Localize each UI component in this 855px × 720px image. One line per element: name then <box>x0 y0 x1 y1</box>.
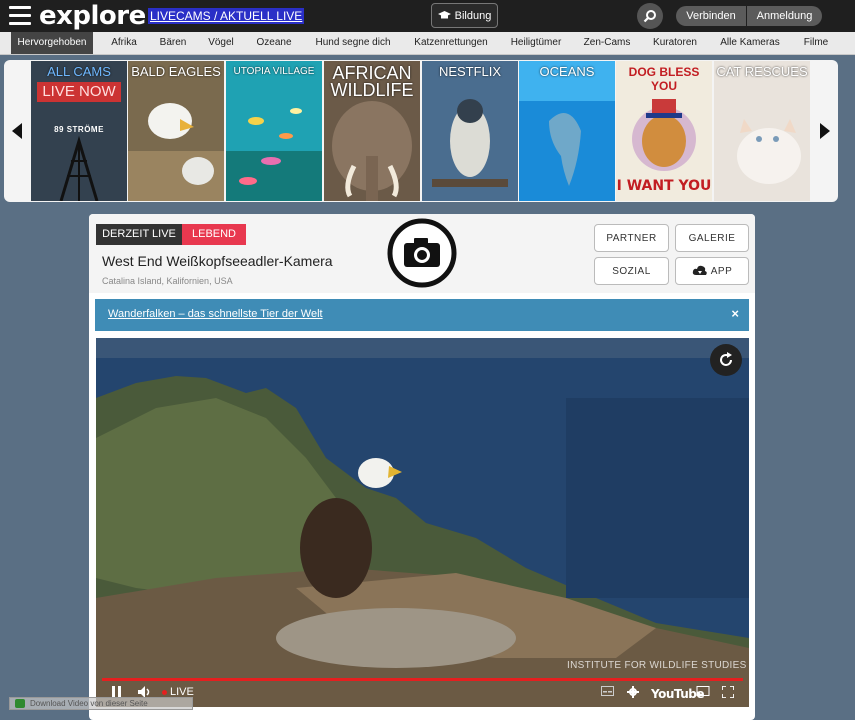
graduation-cap-icon <box>437 11 451 19</box>
verbinden-button[interactable]: Verbinden <box>676 6 746 26</box>
video-watermark: INSTITUTE FOR WILDLIFE STUDIES <box>567 660 747 671</box>
tab-zen-cams[interactable]: Zen-Cams <box>579 32 635 54</box>
eagle-nest-scene <box>96 338 749 707</box>
tile-utopia-village[interactable]: UTOPIA VILLAGE <box>226 61 322 201</box>
top-bar: explore LIVECAMS / AKTUELL LIVE Bildung … <box>0 0 855 32</box>
tile-oceans[interactable]: OCEANS <box>519 61 615 201</box>
tile-title: OCEANS <box>539 64 595 79</box>
anmeldung-button[interactable]: Anmeldung <box>747 6 822 26</box>
reload-icon <box>720 352 732 366</box>
eagle-thumbnail <box>128 61 224 201</box>
download-label: Download Video von dieser Seite <box>30 699 148 708</box>
video-player[interactable]: INSTITUTE FOR WILDLIFE STUDIES LIVE YouT… <box>96 338 749 707</box>
streams-count: 89 STRÖME <box>54 125 104 134</box>
cast-button[interactable] <box>696 686 710 697</box>
tile-title: BALD EAGLES <box>131 64 221 79</box>
chevron-left-icon <box>12 123 22 139</box>
livecams-link[interactable]: LIVECAMS / AKTUELL LIVE <box>148 8 305 24</box>
tab-afrika[interactable]: Afrika <box>104 32 144 54</box>
kitten-thumbnail <box>714 61 810 201</box>
tab-heiligtuemer[interactable]: Heiligtümer <box>505 32 567 54</box>
tab-hund-segne-dich[interactable]: Hund segne dich <box>309 32 397 54</box>
tile-title: UTOPIA VILLAGE <box>233 66 315 77</box>
cam-card: DERZEIT LIVE LEBEND West End Weißkopfsee… <box>89 214 755 720</box>
app-button[interactable]: APP <box>675 257 749 285</box>
currently-live-badge: DERZEIT LIVE <box>96 224 182 245</box>
partner-button[interactable]: PARTNER <box>594 224 669 252</box>
cloud-download-icon <box>692 265 707 275</box>
carousel-next-button[interactable] <box>812 60 838 202</box>
explore-logo[interactable]: explore <box>39 1 146 31</box>
tab-ozeane[interactable]: Ozeane <box>251 32 297 54</box>
cast-icon <box>696 686 710 696</box>
falcon-thumbnail <box>422 61 518 201</box>
settings-button[interactable] <box>627 686 639 698</box>
live-dot <box>162 689 167 695</box>
tab-filme[interactable]: Filme <box>797 32 835 54</box>
category-nav: Hervorgehoben Afrika Bären Vögel Ozeane … <box>0 32 855 55</box>
tab-voegel[interactable]: Vögel <box>202 32 240 54</box>
tile-african-wildlife[interactable]: AFRICAN WILDLIFE <box>324 61 420 201</box>
download-video-bar[interactable]: Download Video von dieser Seite <box>9 697 193 710</box>
tile-title: NESTFLIX <box>438 64 502 79</box>
live-now-badge: LIVE NOW <box>37 82 121 102</box>
tile-dog-bless-you[interactable]: DOG BLESS YOU I WANT YOU <box>616 61 712 201</box>
tab-alle-kameras[interactable]: Alle Kameras <box>715 32 785 54</box>
chevron-right-icon <box>820 123 830 139</box>
gear-icon <box>627 686 639 698</box>
tab-baeren[interactable]: Bären <box>153 32 193 54</box>
fullscreen-button[interactable] <box>722 686 734 698</box>
tile-cat-rescues[interactable]: CAT RESCUES <box>714 61 810 201</box>
sozial-button[interactable]: SOZIAL <box>594 257 669 285</box>
promo-banner: Wanderfalken – das schnellste Tier der W… <box>95 299 749 331</box>
video-progress-bar[interactable] <box>102 678 743 681</box>
tab-katzenrettungen[interactable]: Katzenrettungen <box>410 32 492 54</box>
carousel-prev-button[interactable] <box>4 60 30 202</box>
video-controls: LIVE YouTube <box>96 682 749 707</box>
tab-kuratoren[interactable]: Kuratoren <box>648 32 702 54</box>
search-button[interactable] <box>637 3 663 29</box>
reef-thumbnail <box>226 61 322 201</box>
subtitles-icon <box>601 686 614 696</box>
cam-title: West End Weißkopfseeadler-Kamera <box>102 253 333 269</box>
hamburger-icon[interactable] <box>9 6 31 26</box>
search-icon <box>643 10 656 23</box>
tile-title: AFRICAN WILDLIFE <box>330 63 414 100</box>
featured-carousel: ALL CAMS LIVE NOW 89 STRÖME BALD EAGLES … <box>4 60 838 202</box>
snapshot-button[interactable] <box>387 218 457 288</box>
reload-button[interactable] <box>710 344 742 376</box>
app-label: APP <box>710 265 733 277</box>
tile-title: DOG BLESS YOU <box>628 65 700 93</box>
tab-hervorgehoben[interactable]: Hervorgehoben <box>11 32 93 54</box>
tile-nestflix[interactable]: NESTFLIX <box>422 61 518 201</box>
fullscreen-icon <box>722 686 734 698</box>
subtitles-button[interactable] <box>601 686 614 696</box>
live-status-badge: LEBEND <box>182 224 246 245</box>
tile-title: CAT RESCUES <box>716 64 808 79</box>
tile-title: ALL CAMS <box>47 64 111 79</box>
play-icon <box>15 699 25 708</box>
close-icon[interactable]: × <box>731 306 739 321</box>
bildung-button[interactable]: Bildung <box>431 3 498 28</box>
bildung-label: Bildung <box>454 9 492 22</box>
dolphin-thumbnail <box>519 61 615 201</box>
promo-link[interactable]: Wanderfalken – das schnellste Tier der W… <box>108 308 323 320</box>
tile-bald-eagles[interactable]: BALD EAGLES <box>128 61 224 201</box>
camera-icon <box>387 218 457 288</box>
cam-location: Catalina Island, Kalifornien, USA <box>102 276 233 286</box>
cam-header: DERZEIT LIVE LEBEND West End Weißkopfsee… <box>89 214 755 293</box>
i-want-you-text: I WANT YOU <box>616 178 712 194</box>
tile-all-cams[interactable]: ALL CAMS LIVE NOW 89 STRÖME <box>31 61 127 201</box>
galerie-button[interactable]: GALERIE <box>675 224 749 252</box>
